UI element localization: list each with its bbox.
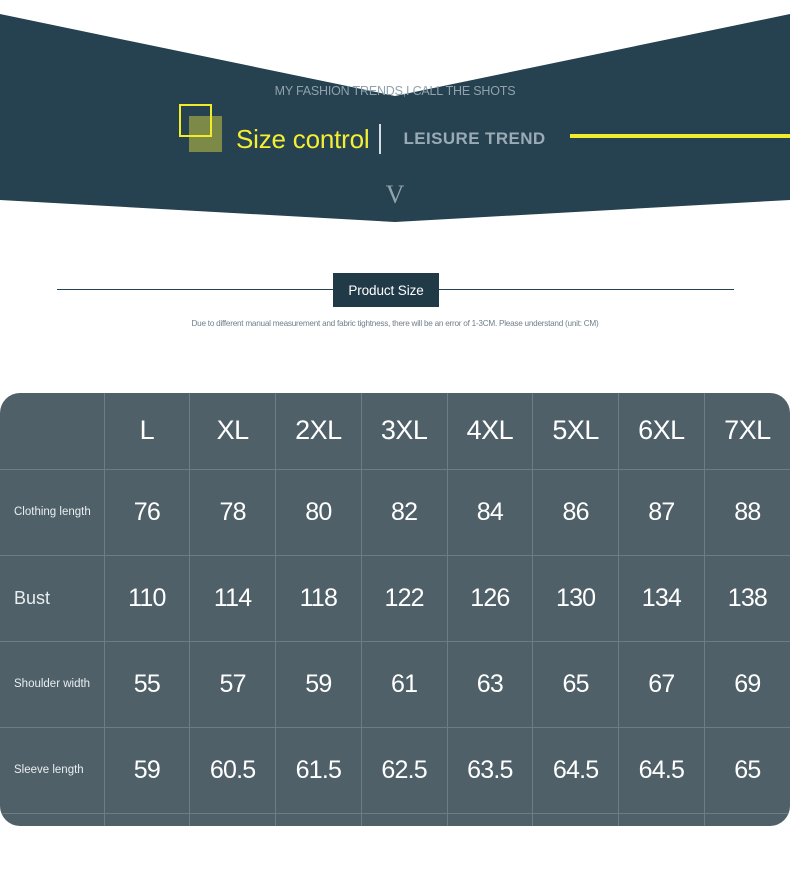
column-header-5xl: 5XL (532, 393, 619, 470)
column-header-l: L (104, 393, 191, 470)
chevron-down-icon: V (385, 180, 405, 209)
cell-bust-xl: 114 (189, 555, 276, 642)
cell-clothing-length-6xl: 87 (618, 469, 705, 556)
tail-cell (361, 813, 448, 826)
cell-bust-4xl: 126 (447, 555, 534, 642)
row-label-clothing-length: Clothing length (0, 469, 105, 556)
tail-cell (0, 813, 105, 826)
cell-sleeve-length-4xl: 63.5 (447, 727, 534, 814)
column-header-3xl: 3XL (361, 393, 448, 470)
tail-cell (532, 813, 619, 826)
hero-subtitle: LEISURE TREND (403, 129, 546, 148)
column-header-6xl: 6XL (618, 393, 705, 470)
cell-bust-6xl: 134 (618, 555, 705, 642)
table-corner-cell (0, 393, 105, 470)
table-tail-row (0, 813, 790, 826)
cell-clothing-length-5xl: 86 (532, 469, 619, 556)
cell-shoulder-width-6xl: 67 (618, 641, 705, 728)
cell-shoulder-width-4xl: 63 (447, 641, 534, 728)
tail-cell (447, 813, 534, 826)
column-header-2xl: 2XL (275, 393, 362, 470)
cell-shoulder-width-5xl: 65 (532, 641, 619, 728)
logo-mark (179, 104, 225, 154)
table-row: Sleeve length 59 60.5 61.5 62.5 63.5 64.… (0, 727, 790, 814)
cell-clothing-length-2xl: 80 (275, 469, 362, 556)
size-chart: L XL 2XL 3XL 4XL 5XL 6XL 7XL Clothing le… (0, 393, 790, 826)
column-header-7xl: 7XL (704, 393, 790, 470)
cell-bust-7xl: 138 (704, 555, 790, 642)
table-row: Shoulder width 55 57 59 61 63 65 67 69 (0, 641, 790, 728)
hero-title: Size control (236, 124, 370, 154)
tail-cell (704, 813, 790, 826)
column-header-4xl: 4XL (447, 393, 534, 470)
cell-clothing-length-3xl: 82 (361, 469, 448, 556)
tail-cell (618, 813, 705, 826)
cell-sleeve-length-6xl: 64.5 (618, 727, 705, 814)
cell-bust-3xl: 122 (361, 555, 448, 642)
table-row: Clothing length 76 78 80 82 84 86 87 88 (0, 469, 790, 556)
product-size-page: MY FASHION TRENDS,I CALL THE SHOTS Size … (0, 0, 790, 876)
cell-clothing-length-xl: 78 (189, 469, 276, 556)
cell-shoulder-width-xl: 57 (189, 641, 276, 728)
logo-outline-square-icon (179, 104, 212, 137)
section-rule-left (57, 289, 337, 290)
cell-sleeve-length-2xl: 61.5 (275, 727, 362, 814)
cell-sleeve-length-l: 59 (104, 727, 191, 814)
tail-cell (104, 813, 191, 826)
tail-cell (189, 813, 276, 826)
cell-bust-5xl: 130 (532, 555, 619, 642)
row-label-sleeve-length: Sleeve length (0, 727, 105, 814)
measurement-disclaimer: Due to different manual measurement and … (191, 319, 599, 328)
accent-rule-icon (570, 134, 790, 138)
cell-clothing-length-4xl: 84 (447, 469, 534, 556)
cell-sleeve-length-3xl: 62.5 (361, 727, 448, 814)
cell-bust-l: 110 (104, 555, 191, 642)
cell-shoulder-width-3xl: 61 (361, 641, 448, 728)
cell-sleeve-length-xl: 60.5 (189, 727, 276, 814)
cell-shoulder-width-2xl: 59 (275, 641, 362, 728)
hero-tagline: MY FASHION TRENDS,I CALL THE SHOTS (274, 84, 516, 98)
title-divider (379, 124, 382, 154)
table-row: Bust 110 114 118 122 126 130 134 138 (0, 555, 790, 642)
hero-title-row: Size control LEISURE TREND (236, 120, 546, 158)
cell-sleeve-length-7xl: 65 (704, 727, 790, 814)
cell-sleeve-length-5xl: 64.5 (532, 727, 619, 814)
cell-clothing-length-7xl: 88 (704, 469, 790, 556)
row-label-bust: Bust (0, 555, 105, 642)
product-size-badge: Product Size (333, 273, 439, 307)
cell-shoulder-width-7xl: 69 (704, 641, 790, 728)
tail-cell (275, 813, 362, 826)
table-header-row: L XL 2XL 3XL 4XL 5XL 6XL 7XL (0, 393, 790, 470)
cell-bust-2xl: 118 (275, 555, 362, 642)
cell-clothing-length-l: 76 (104, 469, 191, 556)
row-label-shoulder-width: Shoulder width (0, 641, 105, 728)
cell-shoulder-width-l: 55 (104, 641, 191, 728)
size-chart-table: L XL 2XL 3XL 4XL 5XL 6XL 7XL Clothing le… (0, 393, 790, 826)
section-rule-right (436, 289, 734, 290)
column-header-xl: XL (189, 393, 276, 470)
